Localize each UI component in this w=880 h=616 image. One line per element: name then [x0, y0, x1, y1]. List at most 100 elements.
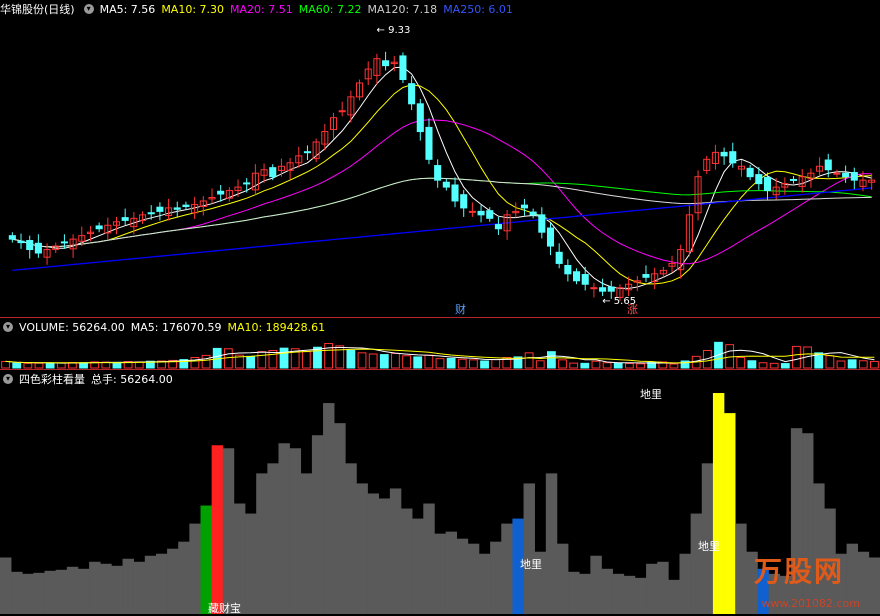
candle-body: [477, 210, 485, 216]
candle-body: [173, 207, 181, 210]
volume-bar: [870, 360, 879, 369]
volume-bar: [1, 360, 10, 369]
indicator-bar: [701, 463, 714, 614]
indicator-bar: [178, 541, 190, 614]
indicator-bar: [545, 473, 558, 614]
volume-bar: [23, 362, 33, 369]
candle-body: [824, 159, 832, 171]
indicator-bar: [813, 483, 825, 614]
indicator-bar: [167, 548, 179, 614]
collapse-icon[interactable]: ▾: [83, 4, 94, 14]
indicator-bar: [211, 445, 224, 614]
indicator-bar: [200, 505, 212, 614]
volume-bar: [45, 362, 55, 369]
volume-bar: [836, 360, 846, 369]
volume-header: ▾ VOLUME: 56264.00 MA5: 176070.59 MA10: …: [0, 318, 331, 336]
volume-bar: [858, 360, 868, 369]
candle-body: [729, 151, 737, 164]
volume-bar: [535, 360, 545, 369]
price-chart[interactable]: ← 9.33← 5.65财涨: [0, 0, 880, 318]
indicator-bar: [389, 488, 402, 614]
ma-label: MA120: 7.18: [367, 2, 438, 16]
indicator-bar: [456, 538, 469, 614]
indicator-bar: [590, 555, 602, 614]
ma250-line: [12, 187, 872, 272]
volume-bar: [391, 352, 400, 369]
candle-body: [17, 240, 25, 244]
candle-body: [425, 126, 433, 160]
indicator-bar: [690, 513, 703, 614]
ma-line: [12, 66, 872, 289]
period-label: (日线): [44, 3, 75, 16]
volume-bar: [825, 355, 835, 369]
main-header: 华锦股份 (日线) ▾ MA5: 7.56 MA10: 7.30 MA20: 7…: [0, 0, 519, 18]
indicator-bar: [868, 557, 880, 614]
indicator-label: 地里: [640, 388, 662, 401]
volume-bar: [357, 352, 367, 369]
volume-panel[interactable]: ▾ VOLUME: 56264.00 MA5: 176070.59 MA10: …: [0, 318, 880, 370]
indicator-bar: [311, 435, 324, 614]
indicator-bar: [712, 393, 725, 614]
indicator-bar: [401, 508, 413, 614]
indicator-bar: [334, 423, 346, 614]
indicator-panel[interactable]: ▾ 四色彩柱看量 总手: 56264.00 地里 地里 地里 藏财宝 万股网 www.…: [0, 370, 880, 616]
candle-body: [156, 206, 164, 212]
indicator-bar: [646, 563, 658, 614]
indicator-bar: [423, 503, 435, 614]
volume-bar: [424, 354, 434, 369]
indicator-bar: [478, 553, 491, 614]
main-price-panel[interactable]: 华锦股份 (日线) ▾ MA5: 7.56 MA10: 7.30 MA20: 7…: [0, 0, 880, 318]
candle-body: [520, 204, 528, 209]
candle-body: [217, 190, 225, 195]
volume-bar: [79, 362, 88, 369]
indicator-bar: [222, 448, 235, 614]
indicator-bar: [44, 570, 56, 614]
candle-body: [243, 182, 251, 185]
indicator-bar: [556, 543, 569, 614]
indicator-bar: [378, 498, 391, 614]
candle-body: [538, 214, 546, 233]
indicator-bar: [55, 569, 68, 614]
volume-bar: [736, 357, 746, 369]
indicator-chart[interactable]: 地里地里地里藏财宝: [0, 370, 880, 616]
candle-body: [338, 110, 346, 113]
candle-body: [182, 204, 190, 208]
high-price-label: ← 9.33: [377, 25, 411, 36]
candle-body: [486, 210, 494, 219]
volume-bar: [847, 359, 857, 369]
indicator-bar: [724, 413, 736, 614]
indicator-bar: [300, 473, 313, 614]
candle-body: [790, 178, 798, 181]
volume-bar: [279, 347, 289, 369]
indicator-bar: [66, 566, 79, 614]
ma-line: [12, 177, 872, 248]
collapse-icon[interactable]: ▾: [3, 374, 13, 384]
candle-body: [607, 286, 615, 292]
indicator-bottom-label: 藏财宝: [208, 601, 241, 615]
volume-bar: [469, 359, 478, 369]
volume-bar: [524, 352, 534, 369]
volume-bar: [379, 354, 389, 369]
indicator-bar: [579, 573, 591, 614]
event-marker: 财: [455, 302, 466, 316]
volume-bar: [346, 350, 356, 369]
indicator-bar: [523, 483, 535, 614]
indicator-bar: [601, 568, 613, 614]
indicator-bar: [657, 561, 669, 614]
volume-bar: [335, 345, 345, 369]
candle-body: [434, 165, 442, 181]
indicator-bar: [612, 573, 625, 614]
candle-body: [451, 184, 459, 202]
candle-body: [408, 83, 416, 105]
indicator-label: 地里: [698, 540, 720, 553]
volume-bar: [780, 363, 790, 369]
candle-body: [746, 167, 754, 178]
volume-bar: [580, 362, 590, 369]
volume-bar: [546, 351, 556, 369]
indicator-bar: [623, 575, 636, 614]
indicator-bar: [345, 463, 357, 614]
volume-bar: [246, 355, 256, 369]
indicator-bar: [111, 565, 123, 614]
collapse-icon[interactable]: ▾: [3, 322, 13, 332]
ma-label: MA20: 7.51: [230, 2, 293, 16]
